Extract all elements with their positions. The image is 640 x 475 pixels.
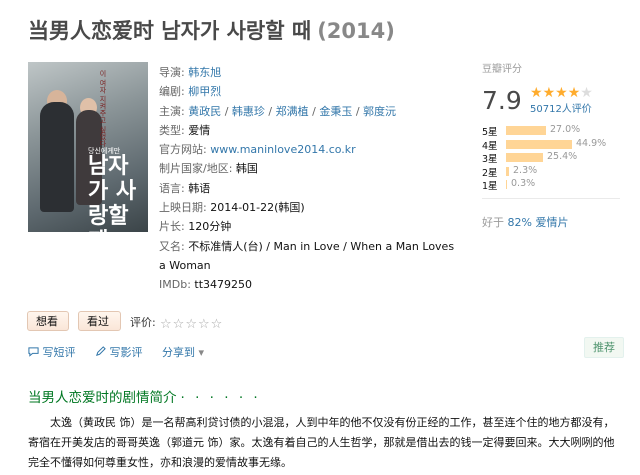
- director-label: 导演:: [159, 66, 185, 79]
- poster-korean-title: 남자가 사랑할 때: [88, 153, 137, 233]
- rate-star-1-icon[interactable]: ☆: [160, 317, 172, 332]
- language-value: 韩语: [188, 181, 211, 195]
- info-genre: 类型: 爱情: [159, 121, 459, 140]
- comment-icon: [28, 347, 39, 357]
- rating-panel: 豆瓣评分 7.9 ★★★★★ 50712人评价: [482, 60, 622, 115]
- rating-bar-percent: 27.0%: [550, 124, 581, 135]
- rating-bar-percent: 44.9%: [576, 137, 607, 149]
- movie-title: 当男人恋爱时 남자가 사랑할 때 (2014): [28, 15, 395, 45]
- cast-link-5[interactable]: 郭度沅: [363, 105, 396, 118]
- summary-heading: 当男人恋爱时的剧情简介 · · · · · ·: [28, 386, 261, 406]
- cast-link-3[interactable]: 郑满植: [276, 105, 309, 118]
- rating-star-5-icon: ★: [580, 85, 593, 101]
- better-than-prefix: 好于: [482, 216, 504, 229]
- rating-bar-fill: [506, 180, 507, 189]
- country-value: 韩国: [235, 162, 258, 176]
- rating-bar-fill: [506, 126, 546, 135]
- rate-star-5-icon[interactable]: ☆: [211, 317, 223, 332]
- release-value: 2014-01-22(韩国): [210, 201, 305, 215]
- rating-count-link[interactable]: 50712人评价: [530, 100, 592, 115]
- movie-info: 导演: 韩东旭 编剧: 柳甲烈 主演: 黄政民 / 韩惠珍 / 郑满植 / 金秉…: [159, 63, 459, 295]
- rate-stars: ☆☆☆☆☆: [160, 313, 223, 332]
- site-label: 官方网站:: [159, 143, 207, 157]
- pencil-icon: [96, 346, 106, 356]
- info-release: 上映日期: 2014-01-22(韩国): [159, 198, 459, 217]
- rating-star-3-icon: ★: [555, 85, 568, 101]
- movie-year: (2014): [317, 19, 395, 43]
- summary-heading-dots: · · · · · ·: [180, 390, 261, 406]
- rating-bar-label: 3星: [482, 154, 498, 165]
- movie-poster[interactable]: 이 여자 지켜주고 싶었다 당신에게만 남자가 사랑할 때: [28, 62, 148, 232]
- cast-link-1[interactable]: 黄政民: [188, 105, 221, 118]
- watched-button[interactable]: 看过: [78, 311, 121, 331]
- share-dropdown[interactable]: 分享到 ▾: [162, 346, 204, 359]
- genre-label: 类型:: [159, 123, 185, 137]
- rating-bar-label: 4星: [482, 140, 498, 152]
- imdb-value: tt3479250: [194, 278, 253, 292]
- aka-value: 不标准情人(台) / Man in Love / When a Man Love…: [159, 239, 455, 272]
- official-site-link[interactable]: www.maninlove2014.co.kr: [210, 143, 355, 156]
- rating-bar-fill: [506, 139, 572, 149]
- summary-text: 太逸（黄政民 饰）是一名帮高利贷讨债的小混混，人到中年的他不仅没有份正经的工作，…: [28, 413, 624, 473]
- poster-figure-man: [40, 102, 74, 212]
- rating-bar-percent: 25.4%: [547, 151, 578, 162]
- write-comment-link[interactable]: 写短评: [28, 346, 79, 359]
- rating-bar-label: 1星: [482, 181, 498, 192]
- runtime-value: 120分钟: [188, 220, 232, 234]
- better-than: 好于 82% 爱情片: [482, 214, 568, 230]
- summary-heading-text: 当男人恋爱时的剧情简介: [28, 390, 177, 406]
- recommend-button[interactable]: 推荐: [584, 337, 624, 358]
- better-than-genre[interactable]: 爱情片: [535, 216, 568, 229]
- rating-bar-label: 2星: [482, 167, 498, 179]
- info-country: 制片国家/地区: 韩国: [159, 159, 459, 178]
- writer-label: 编剧:: [159, 85, 185, 99]
- info-imdb: IMDb: tt3479250: [159, 275, 459, 294]
- rate-label: 评价:: [130, 316, 156, 329]
- language-label: 语言:: [159, 181, 185, 195]
- rate-star-2-icon[interactable]: ☆: [173, 317, 185, 332]
- movie-title-text: 当男人恋爱时 남자가 사랑할 때: [28, 19, 312, 43]
- cast-label: 主演:: [159, 104, 185, 118]
- aka-label: 又名:: [159, 239, 185, 253]
- rating-bar-fill: [506, 166, 509, 176]
- rating-bar-fill: [506, 153, 543, 162]
- better-than-pct[interactable]: 82%: [508, 216, 532, 229]
- poster-tagline: 이 여자 지켜주고 싶었다: [99, 70, 107, 147]
- runtime-label: 片长:: [159, 220, 185, 234]
- rating-star-4-icon: ★: [567, 85, 581, 101]
- rating-stars: ★★★★★: [530, 82, 593, 101]
- rate-star-4-icon[interactable]: ☆: [198, 317, 210, 332]
- cast-link-2[interactable]: 韩惠珍: [232, 105, 265, 118]
- action-links: 写短评 写影评 分享到 ▾: [28, 344, 220, 360]
- genre-value: 爱情: [188, 123, 211, 137]
- info-cast: 主演: 黄政民 / 韩惠珍 / 郑满植 / 金秉玉 / 郭度沅: [159, 104, 397, 118]
- rating-divider: [482, 198, 620, 199]
- info-aka: 又名: 不标准情人(台) / Man in Love / When a Man …: [159, 237, 459, 276]
- info-director: 导演: 韩东旭: [159, 63, 459, 82]
- summary-paragraph: 太逸（黄政民 饰）是一名帮高利贷讨债的小混混，人到中年的他不仅没有份正经的工作，…: [28, 416, 615, 469]
- want-to-watch-button[interactable]: 想看: [27, 311, 69, 331]
- rating-score: 7.9: [482, 86, 522, 115]
- director-link[interactable]: 韩东旭: [188, 66, 221, 79]
- country-label: 制片国家/地区:: [159, 162, 233, 176]
- rate-star-3-icon[interactable]: ☆: [185, 317, 197, 332]
- info-language: 语言: 韩语: [159, 179, 459, 198]
- imdb-label: IMDb:: [159, 278, 191, 292]
- info-runtime: 片长: 120分钟: [159, 217, 459, 236]
- write-review-link[interactable]: 写影评: [95, 346, 146, 359]
- writer-link[interactable]: 柳甲烈: [188, 85, 221, 98]
- info-site: 官方网站: www.maninlove2014.co.kr: [159, 140, 459, 159]
- rating-star-2-icon: ★: [542, 85, 556, 101]
- rating-bar-percent: 2.3%: [513, 164, 538, 176]
- chevron-down-icon: ▾: [198, 346, 205, 359]
- info-writer: 编剧: 柳甲烈: [159, 82, 459, 101]
- rating-label: 豆瓣评分: [482, 64, 522, 75]
- release-label: 上映日期:: [159, 201, 207, 215]
- rating-bar-percent: 0.3%: [511, 178, 536, 189]
- rating-bar-label: 5星: [482, 127, 498, 138]
- rating-star-1-icon: ★: [530, 85, 543, 101]
- cast-link-4[interactable]: 金秉玉: [319, 105, 352, 118]
